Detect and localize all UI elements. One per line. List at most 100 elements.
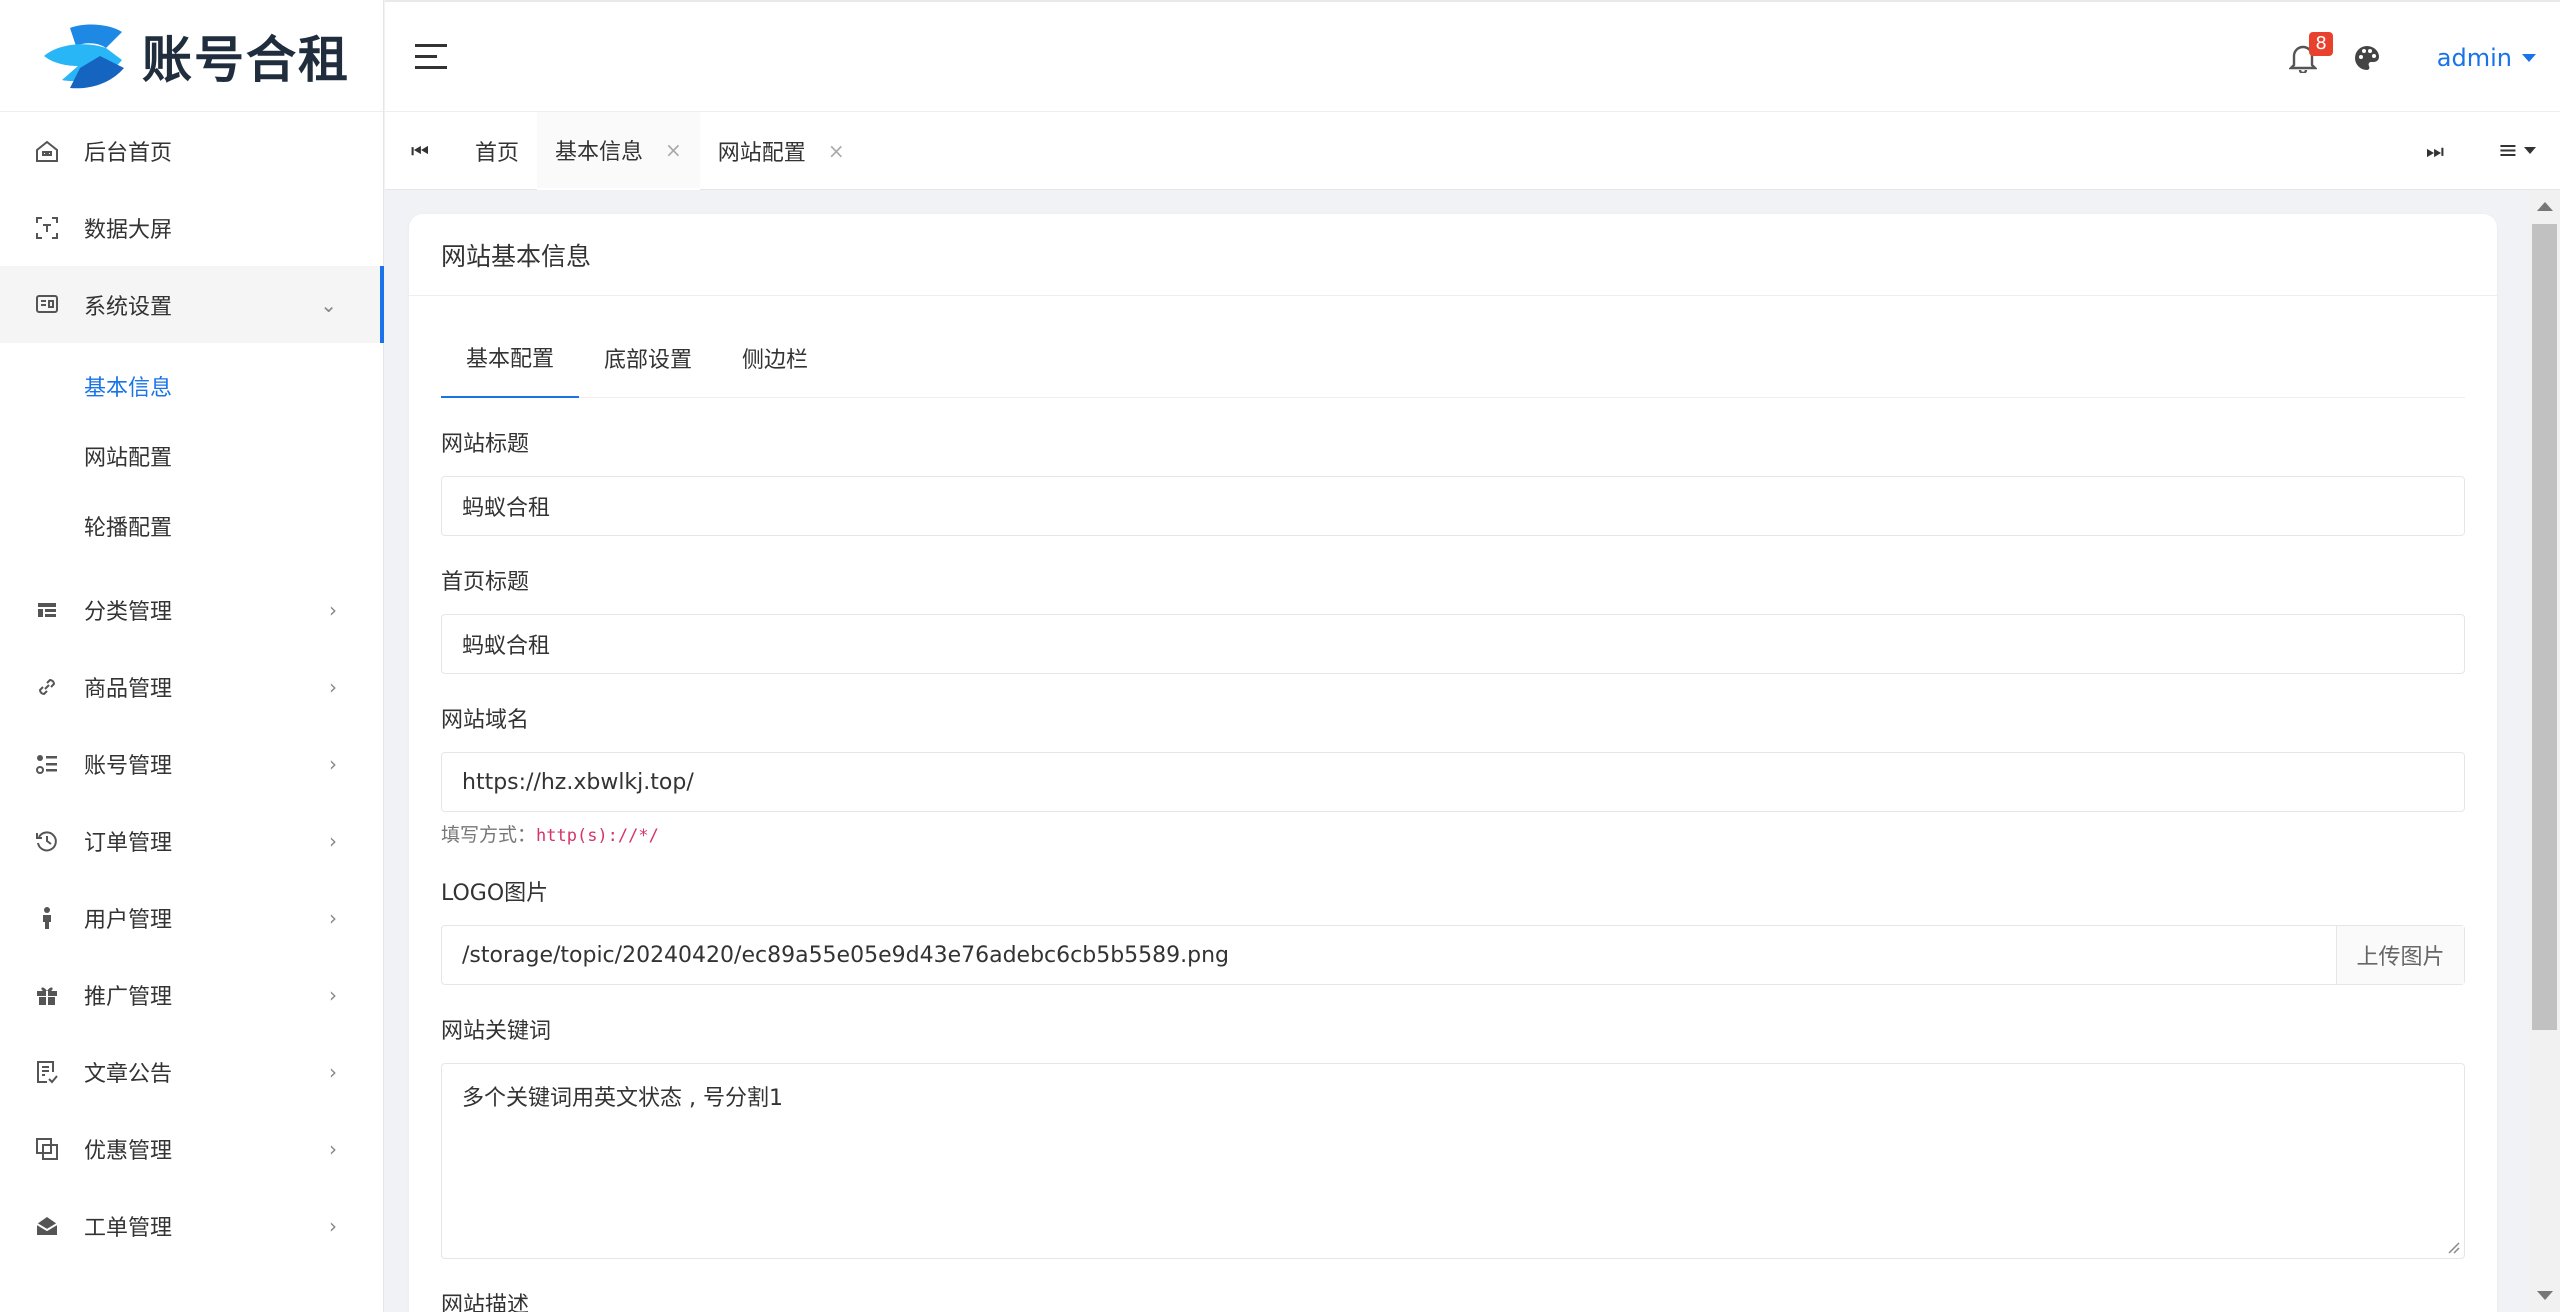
chevron-right-icon: › xyxy=(329,1213,337,1238)
caret-down-icon xyxy=(2522,54,2536,62)
logo-mark-icon xyxy=(40,20,136,92)
theme-button[interactable] xyxy=(2347,38,2387,78)
chevron-right-icon: › xyxy=(329,751,337,776)
chevron-right-icon: › xyxy=(329,1136,337,1161)
home-title-label: 首页标题 xyxy=(441,570,530,595)
sidebar-menu: 后台首页 数据大屏 系统设置 ⌄ 基本信息 网站配置 轮播配置 分类管理 › 商… xyxy=(0,112,384,1264)
close-icon[interactable]: × xyxy=(828,139,845,163)
tab-basic-config[interactable]: 基本配置 xyxy=(441,318,580,398)
list-icon xyxy=(34,751,60,777)
domain-label: 网站域名 xyxy=(441,708,530,733)
sidebar-item-label: 优惠管理 xyxy=(84,1138,173,1164)
screen-icon xyxy=(34,215,60,241)
tabs-menu-button[interactable]: ≡ xyxy=(2498,136,2536,164)
sidebar-item-coupons[interactable]: 优惠管理 › xyxy=(0,1110,383,1187)
sidebar-item-home[interactable]: 后台首页 xyxy=(0,112,383,189)
page-scrollbar[interactable] xyxy=(2529,190,2560,1312)
scroll-down-icon[interactable] xyxy=(2537,1291,2553,1300)
tab-footer-settings[interactable]: 底部设置 xyxy=(579,318,717,398)
sidebar-item-articles[interactable]: 文章公告 › xyxy=(0,1033,383,1110)
top-header: 8 admin xyxy=(385,0,2560,112)
menu-toggle-icon[interactable] xyxy=(415,44,447,70)
sidebar-item-label: 分类管理 xyxy=(84,599,173,625)
palette-icon xyxy=(2354,46,2379,70)
user-icon xyxy=(34,905,60,931)
sidebar-item-label: 后台首页 xyxy=(84,140,173,166)
chevron-right-icon: › xyxy=(329,1059,337,1084)
home-title-input[interactable]: 蚂蚁合租 xyxy=(441,614,2465,674)
logo-input[interactable]: /storage/topic/20240420/ec89a55e05e9d43e… xyxy=(442,926,2336,984)
tab-label: 基本信息 xyxy=(555,140,644,165)
category-icon xyxy=(34,597,60,623)
page-tabs-bar: ⏮ 首页 基本信息 × 网站配置 × ⏭ ≡ xyxy=(385,112,2560,190)
scrollbar-thumb[interactable] xyxy=(2532,224,2557,1030)
logo-label: LOGO图片 xyxy=(441,881,549,906)
header-actions: 8 admin xyxy=(2283,30,2536,86)
sidebar-item-label: 系统设置 xyxy=(84,294,173,320)
chevron-right-icon: › xyxy=(329,982,337,1007)
domain-help: 填写方式：http(s)://*/ xyxy=(441,820,2465,847)
chevron-right-icon: › xyxy=(329,674,337,699)
tab-label: 网站配置 xyxy=(717,141,806,166)
user-dropdown[interactable]: admin xyxy=(2437,44,2536,72)
domain-input[interactable]: https://hz.xbwlkj.top/ xyxy=(441,752,2465,812)
logo-input-group: /storage/topic/20240420/ec89a55e05e9d43e… xyxy=(441,925,2465,985)
tab-sidebar[interactable]: 侧边栏 xyxy=(717,318,833,398)
history-icon xyxy=(34,828,60,854)
submenu-item-site-config[interactable]: 网站配置 xyxy=(0,421,383,491)
gift-icon xyxy=(34,982,60,1008)
scroll-up-icon[interactable] xyxy=(2537,202,2553,211)
sidebar-item-label: 文章公告 xyxy=(84,1061,173,1087)
tab-home[interactable]: 首页 xyxy=(457,112,537,190)
sidebar-item-tickets[interactable]: 工单管理 › xyxy=(0,1187,383,1264)
sidebar-item-goods[interactable]: 商品管理 › xyxy=(0,648,383,725)
sidebar-item-system-settings[interactable]: 系统设置 ⌄ xyxy=(0,266,384,343)
logo[interactable]: 账号合租 xyxy=(0,0,383,112)
sidebar-item-label: 用户管理 xyxy=(84,907,173,933)
sidebar-item-label: 工单管理 xyxy=(84,1215,173,1241)
tab-site-config[interactable]: 网站配置 × xyxy=(700,112,863,190)
home-icon xyxy=(34,138,60,164)
article-icon xyxy=(34,1059,60,1085)
page-tabs: 首页 基本信息 × 网站配置 × xyxy=(457,112,863,190)
notification-button[interactable]: 8 xyxy=(2283,32,2333,78)
keywords-textarea[interactable]: 多个关键词用英文状态 , 号分割1 xyxy=(441,1063,2465,1259)
menu-lines-icon: ≡ xyxy=(2497,136,2518,164)
chevron-right-icon: › xyxy=(329,828,337,853)
settings-card: 网站基本信息 基本配置 底部设置 侧边栏 网站标题 蚂蚁合租 首页标题 蚂蚁合租… xyxy=(409,214,2497,1312)
sidebar-item-promotion[interactable]: 推广管理 › xyxy=(0,956,383,1033)
close-icon[interactable]: × xyxy=(665,138,682,162)
chevron-down-icon: ⌄ xyxy=(320,292,337,317)
site-title-input[interactable]: 蚂蚁合租 xyxy=(441,476,2465,536)
sidebar-item-accounts[interactable]: 账号管理 › xyxy=(0,725,383,802)
upload-image-button[interactable]: 上传图片 xyxy=(2336,926,2464,984)
chevron-right-icon: › xyxy=(329,597,337,622)
form-tabs: 基本配置 底部设置 侧边栏 xyxy=(441,318,2465,398)
sidebar-item-label: 数据大屏 xyxy=(84,217,173,243)
link-icon xyxy=(34,674,60,700)
submenu-item-carousel-config[interactable]: 轮播配置 xyxy=(0,491,383,561)
tabs-scroll-right-icon[interactable]: ⏭ xyxy=(2420,136,2450,166)
tab-basic-info[interactable]: 基本信息 × xyxy=(537,112,700,190)
submenu-item-basic-info[interactable]: 基本信息 xyxy=(0,351,383,421)
tab-label: 首页 xyxy=(475,141,520,166)
caret-down-icon xyxy=(2524,146,2536,154)
domain-help-prefix: 填写方式： xyxy=(441,824,537,846)
tabs-scroll-left-icon[interactable]: ⏮ xyxy=(405,136,435,166)
notification-badge: 8 xyxy=(2309,32,2333,56)
card-title: 网站基本信息 xyxy=(409,214,2497,296)
keywords-label: 网站关键词 xyxy=(441,1019,552,1044)
sidebar-item-users[interactable]: 用户管理 › xyxy=(0,879,383,956)
description-label: 网站描述 xyxy=(441,1293,530,1312)
ticket-icon xyxy=(34,1213,60,1239)
coupon-icon xyxy=(34,1136,60,1162)
sidebar-item-datascreen[interactable]: 数据大屏 xyxy=(0,189,383,266)
site-title-label: 网站标题 xyxy=(441,432,530,457)
app: 账号合租 后台首页 数据大屏 系统设置 ⌄ 基本信息 网站配置 轮播配置 分类管… xyxy=(0,0,2560,1312)
resize-handle-icon[interactable] xyxy=(2444,1238,2460,1254)
sidebar-item-orders[interactable]: 订单管理 › xyxy=(0,802,383,879)
sidebar-item-category[interactable]: 分类管理 › xyxy=(0,571,383,648)
sidebar-item-label: 订单管理 xyxy=(84,830,173,856)
keywords-value: 多个关键词用英文状态 , 号分割1 xyxy=(462,1086,783,1111)
settings-icon xyxy=(34,292,60,318)
